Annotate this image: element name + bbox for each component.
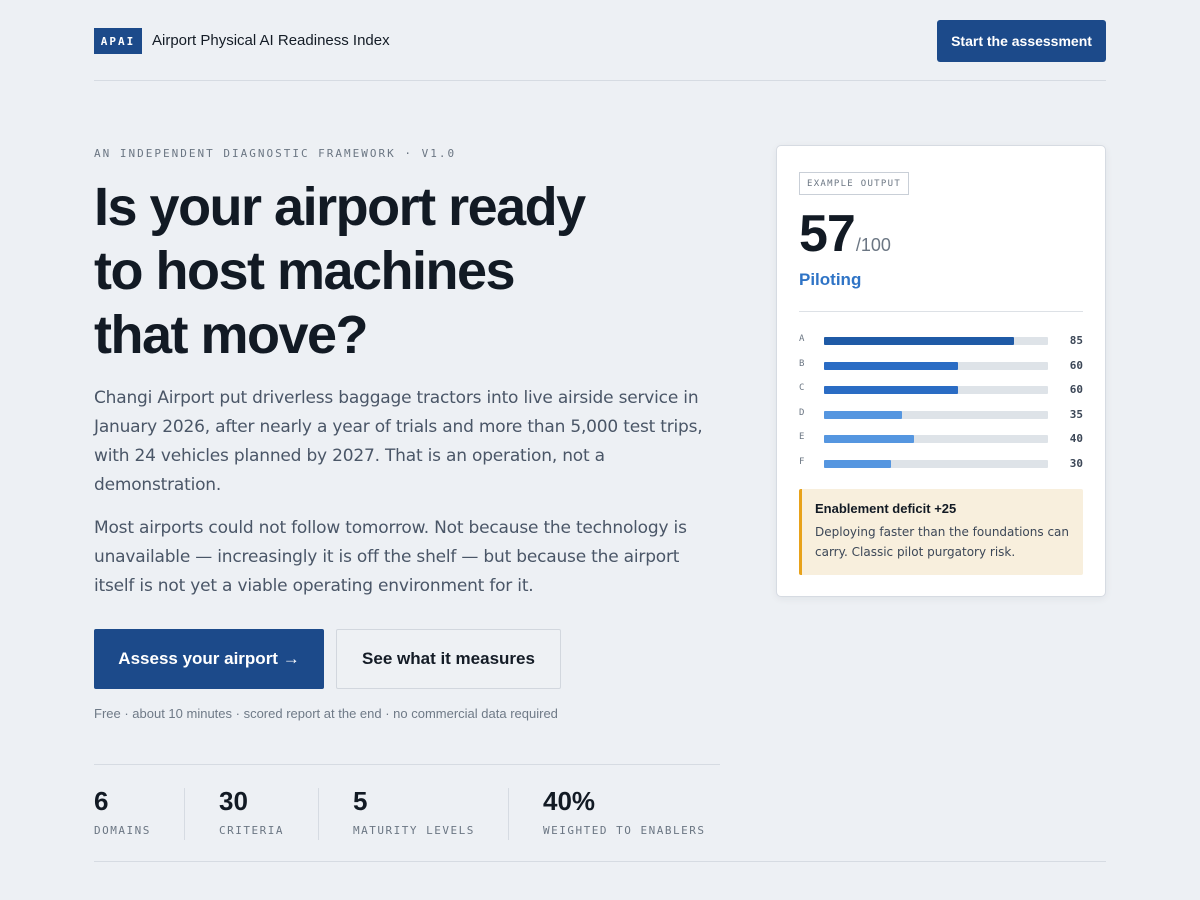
domain-letter: E xyxy=(799,432,805,443)
score-max: /100 xyxy=(855,235,891,255)
stat-criteria: 30 CRITERIA xyxy=(219,787,284,837)
headline-line: to host machines xyxy=(94,241,516,301)
maturity-status: Piloting xyxy=(799,270,862,289)
domain-bar-fill xyxy=(824,337,1015,345)
domain-bar-track xyxy=(824,361,1048,370)
domain-score: 60 xyxy=(1069,383,1083,397)
stats-divider-bottom xyxy=(94,861,1106,862)
overall-score: 57 /100 xyxy=(799,206,891,262)
domain-row: D 35 xyxy=(799,408,1083,422)
page-headline: Is your airport ready to host machines t… xyxy=(94,175,694,367)
domain-row: B 60 xyxy=(799,359,1083,373)
domain-score: 40 xyxy=(1069,432,1083,446)
stat-label: MATURITY LEVELS xyxy=(353,824,475,837)
domain-bar-fill xyxy=(824,460,892,468)
stat-divider xyxy=(184,788,185,840)
example-output-card: EXAMPLE OUTPUT 57 /100 Piloting A 85 B 60 C 6… xyxy=(776,145,1106,597)
domain-score: 60 xyxy=(1069,358,1083,372)
start-assessment-button[interactable]: Start the assessment xyxy=(937,20,1106,62)
domain-bar-track xyxy=(824,460,1048,468)
domain-bar-fill xyxy=(824,361,959,370)
domain-row: C 60 xyxy=(799,383,1083,397)
domain-bar-fill xyxy=(824,386,959,395)
stat-label: DOMAINS xyxy=(94,824,151,837)
callout-title: Enablement deficit +25 xyxy=(815,501,957,516)
domain-bar-track xyxy=(824,337,1048,345)
example-output-tag: EXAMPLE OUTPUT xyxy=(799,172,910,195)
site-header: APAI Airport Physical AI Readiness Index… xyxy=(94,0,1106,81)
domain-letter: B xyxy=(799,358,805,369)
domain-score: 85 xyxy=(1069,334,1083,347)
stat-label: CRITERIA xyxy=(219,824,284,837)
fineprint-text: Free · about 10 minutes · scored report … xyxy=(94,706,558,721)
context-paragraph: Most airports could not follow tomorrow.… xyxy=(94,518,687,596)
domain-row: F 30 xyxy=(799,457,1083,471)
site-title[interactable]: Airport Physical AI Readiness Index xyxy=(152,32,390,49)
intro-paragraph: Changi Airport put driverless baggage tr… xyxy=(94,388,703,495)
stat-maturity-levels: 5 MATURITY LEVELS xyxy=(353,787,475,837)
score-value: 57 xyxy=(799,205,856,263)
card-divider xyxy=(799,311,1083,312)
see-measures-button[interactable]: See what it measures xyxy=(336,629,561,689)
logo-badge[interactable]: APAI xyxy=(94,28,142,54)
stat-divider xyxy=(508,788,509,840)
domain-score: 30 xyxy=(1069,457,1083,470)
domain-bar-fill xyxy=(824,410,903,419)
domain-letter: C xyxy=(799,383,805,394)
enablement-deficit-callout: Enablement deficit +25 Deploying faster … xyxy=(799,489,1083,575)
stat-value: 6 xyxy=(94,786,109,816)
stats-divider-top xyxy=(94,764,720,765)
stat-domains: 6 DOMAINS xyxy=(94,787,151,837)
domain-row: E 40 xyxy=(799,432,1083,446)
assess-airport-button[interactable]: Assess your airport → xyxy=(94,629,324,689)
stat-value: 5 xyxy=(353,786,368,816)
headline-line: Is your airport ready xyxy=(94,177,586,237)
callout-body: Deploying faster than the foundations ca… xyxy=(815,525,1070,559)
headline-line: that move? xyxy=(94,305,369,365)
domain-letter: D xyxy=(799,407,805,418)
domain-score: 35 xyxy=(1069,407,1083,421)
stat-value: 30 xyxy=(219,786,248,816)
stat-enablers-weight: 40% WEIGHTED TO ENABLERS xyxy=(543,787,705,837)
stat-value: 40% xyxy=(543,786,596,816)
eyebrow-text: AN INDEPENDENT DIAGNOSTIC FRAMEWORK · V1… xyxy=(94,147,457,160)
domain-bar-fill xyxy=(824,435,914,444)
domain-letter: A xyxy=(799,334,805,344)
stat-label: WEIGHTED TO ENABLERS xyxy=(543,824,706,837)
stat-divider xyxy=(318,788,319,840)
domain-bar-track xyxy=(824,435,1048,444)
domain-bar-track xyxy=(824,410,1048,419)
domain-letter: F xyxy=(799,457,805,467)
domain-row: A 85 xyxy=(799,334,1083,348)
domain-bar-track xyxy=(824,386,1048,395)
